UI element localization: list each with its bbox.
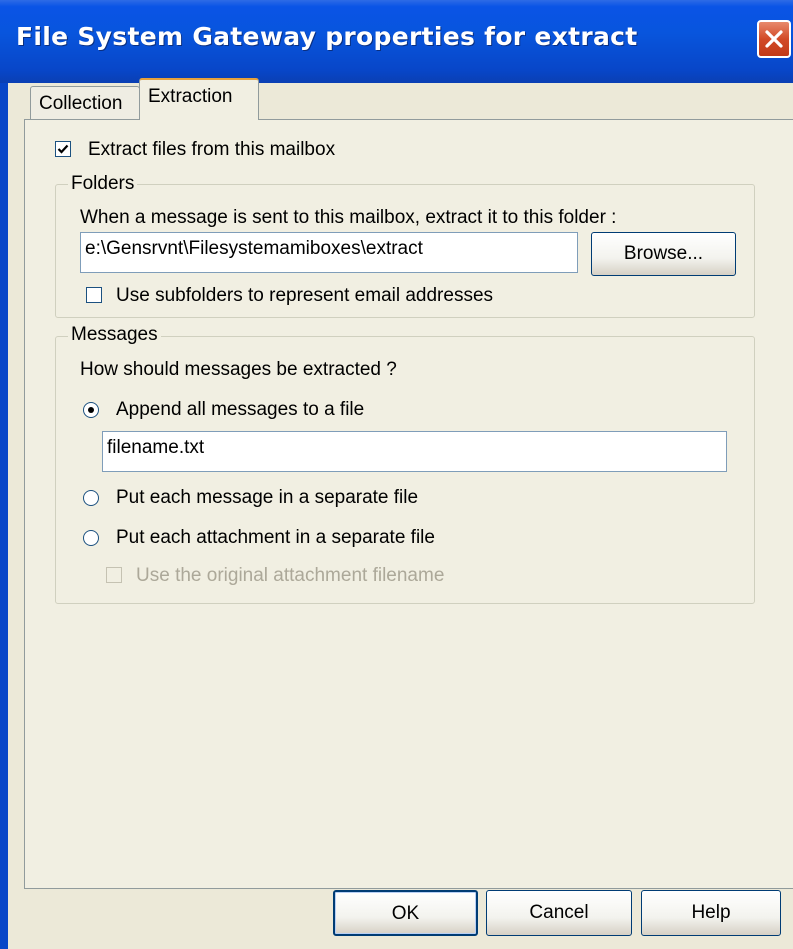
extract-files-label: Extract files from this mailbox [88, 139, 336, 160]
filename-input[interactable]: filename.txt [102, 431, 727, 472]
folders-instruction: When a message is sent to this mailbox, … [80, 207, 617, 228]
tab-label: Extraction [148, 86, 233, 107]
folders-group-title: Folders [68, 173, 138, 195]
separate-attachment-label: Put each attachment in a separate file [116, 527, 435, 548]
separate-message-radio[interactable] [83, 490, 99, 506]
separate-message-label: Put each message in a separate file [116, 487, 419, 508]
append-all-label: Append all messages to a file [116, 399, 365, 420]
close-button[interactable] [757, 20, 791, 58]
tab-collection[interactable]: Collection [30, 86, 140, 120]
close-icon [765, 30, 783, 48]
append-all-radio[interactable] [83, 402, 99, 418]
tab-label: Collection [39, 93, 123, 114]
extract-files-checkbox[interactable] [55, 141, 71, 157]
browse-button[interactable]: Browse... [591, 232, 736, 276]
cancel-button[interactable]: Cancel [486, 890, 632, 936]
original-filename-label: Use the original attachment filename [136, 565, 445, 586]
original-filename-checkbox[interactable] [106, 567, 122, 583]
messages-group-title: Messages [68, 324, 161, 346]
tab-extraction[interactable]: Extraction [139, 78, 259, 120]
ok-button[interactable]: OK [333, 890, 478, 936]
radio-selected-dot [88, 407, 94, 413]
subfolders-checkbox[interactable] [86, 287, 102, 303]
subfolders-label: Use subfolders to represent email addres… [116, 285, 494, 306]
window-border [0, 83, 8, 949]
separate-attachment-radio[interactable] [83, 530, 99, 546]
title-bar: File System Gateway properties for extra… [0, 0, 793, 83]
folder-path-input[interactable]: e:\Gensrvnt\Filesystemamiboxes\extract [80, 232, 578, 273]
messages-question: How should messages be extracted ? [80, 359, 397, 380]
help-button[interactable]: Help [641, 890, 781, 936]
check-icon [57, 144, 69, 154]
window-title: File System Gateway properties for extra… [16, 22, 638, 51]
